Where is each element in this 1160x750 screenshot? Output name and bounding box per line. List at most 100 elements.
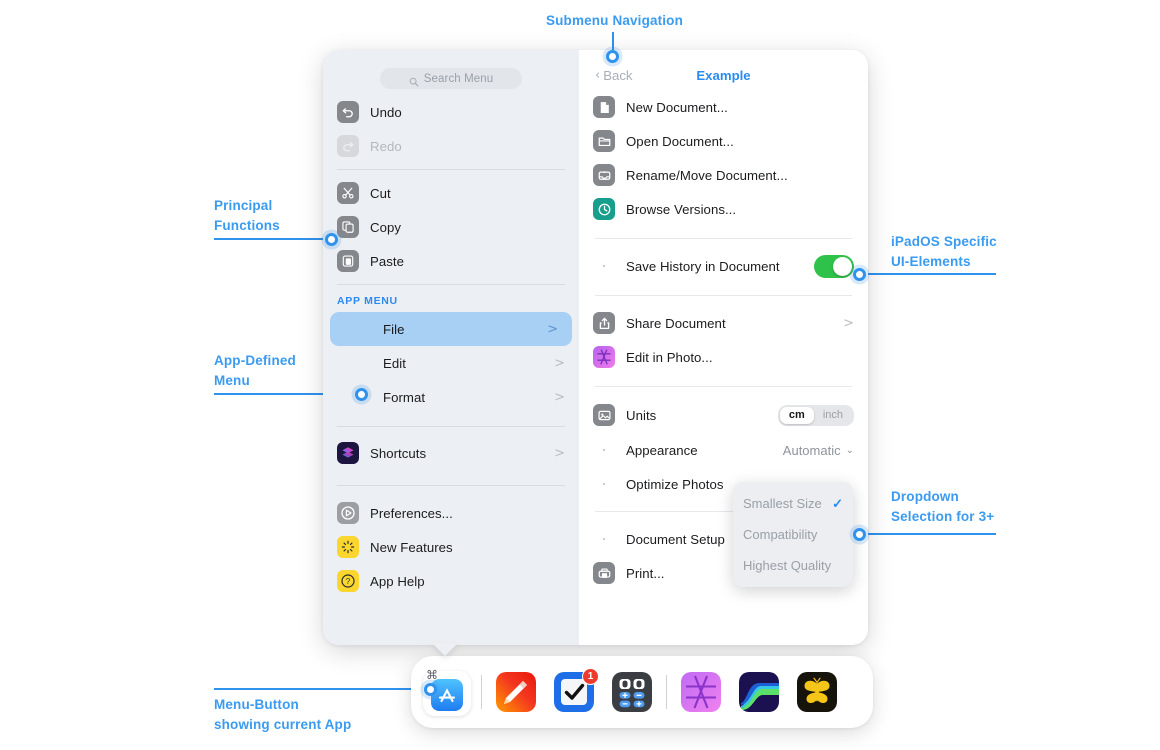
dock-divider-2: [666, 675, 667, 709]
back-button-label: Back: [603, 67, 633, 83]
annotation-principal-functions: Principal Functions: [214, 196, 280, 236]
divider: [337, 426, 565, 427]
search-menu-field[interactable]: Search Menu: [380, 68, 522, 89]
photo-app-icon: [593, 346, 615, 368]
submenu-item-units[interactable]: Units cm inch: [579, 397, 868, 433]
anchor-node-ipados-specific: [853, 268, 866, 281]
menu-item-copy[interactable]: Copy: [323, 210, 579, 244]
annotation-line: Menu: [214, 373, 250, 388]
dock-item-affinity-designer[interactable]: [735, 668, 783, 716]
redo-icon: [337, 135, 359, 157]
chevron-right-icon: >: [554, 355, 565, 371]
annotation-dropdown-selection: Dropdown Selection for 3+: [891, 487, 994, 527]
leader-line-dropdown-selection: [860, 533, 996, 535]
submenu-item-browse-versions[interactable]: Browse Versions...: [579, 192, 868, 226]
chevron-right-icon: >: [547, 321, 558, 337]
menu-left-column: Search Menu Undo Redo Cut Copy Paste APP…: [323, 50, 579, 645]
appearance-dropdown[interactable]: Automatic ⌄: [783, 443, 854, 458]
undo-icon: [337, 101, 359, 123]
butterfly-icon: [797, 672, 837, 712]
menu-item-app-help[interactable]: ? App Help: [323, 564, 579, 598]
menu-item-label: Paste: [370, 253, 404, 269]
menu-item-new-features[interactable]: New Features: [323, 530, 579, 564]
dock-item-pages[interactable]: [492, 668, 540, 716]
submenu-item-label: New Document...: [626, 99, 728, 115]
leader-line-ipados-specific: [860, 273, 996, 275]
back-button[interactable]: ‹ Back: [595, 68, 633, 83]
dock-item-ulysses[interactable]: [793, 668, 841, 716]
bullet-marker: [593, 537, 615, 541]
annotation-line: showing current App: [214, 717, 352, 732]
annotation-line: App-Defined: [214, 353, 296, 368]
dropdown-option-smallest-size[interactable]: Smallest Size ✓: [733, 488, 853, 519]
menu-item-label: App Help: [370, 573, 425, 589]
anchor-node-app-defined-menu: [355, 388, 368, 401]
menu-item-preferences[interactable]: Preferences...: [323, 496, 579, 530]
dropdown-option-label: Smallest Size: [743, 496, 822, 511]
dock-item-affinity-photo[interactable]: [677, 668, 725, 716]
submenu-item-label: Rename/Move Document...: [626, 167, 788, 183]
menu-item-label: Copy: [370, 219, 401, 235]
submenu-item-appearance[interactable]: Appearance Automatic ⌄: [579, 433, 868, 467]
anchor-node-principal-functions: [325, 233, 338, 246]
app-menu-item-edit[interactable]: Edit >: [323, 346, 579, 380]
copy-icon: [337, 216, 359, 238]
scissors-icon: [337, 182, 359, 204]
menu-item-cut[interactable]: Cut: [323, 176, 579, 210]
submenu-item-label: Appearance: [626, 442, 698, 458]
annotation-ipados-specific: iPadOS Specific UI-Elements: [891, 232, 997, 272]
aperture-icon: [681, 672, 721, 712]
divider: [337, 485, 565, 486]
menu-item-label: New Features: [370, 539, 453, 555]
sparkle-icon: [337, 536, 359, 558]
submenu-item-new-document[interactable]: New Document...: [579, 90, 868, 124]
dock-item-things[interactable]: 1: [550, 668, 599, 716]
annotation-submenu-navigation: Submenu Navigation: [546, 11, 683, 31]
divider: [595, 386, 852, 387]
tray-icon: [593, 164, 615, 186]
preferences-icon: [337, 502, 359, 524]
submenu-item-share-document[interactable]: Share Document >: [579, 306, 868, 340]
menu-item-label: Cut: [370, 185, 391, 201]
save-history-toggle[interactable]: [814, 254, 854, 278]
screenshot-root: Submenu Navigation Principal Functions A…: [0, 0, 1160, 750]
pages-icon: [496, 672, 536, 712]
svg-text:?: ?: [346, 577, 351, 586]
check-icon: ✓: [832, 495, 843, 511]
units-option-inch[interactable]: inch: [814, 407, 852, 424]
optimize-photos-dropdown[interactable]: Smallest Size ✓ Compatibility Highest Qu…: [733, 482, 853, 587]
app-store-icon: [431, 679, 463, 711]
bullet-marker: [593, 264, 615, 268]
search-input[interactable]: Search Menu: [424, 73, 494, 85]
menu-item-shortcuts[interactable]: Shortcuts >: [323, 433, 579, 473]
annotation-line: Selection for 3+: [891, 509, 995, 524]
chevron-down-icon: ⌄: [845, 444, 854, 456]
annotation-app-defined-menu: App-Defined Menu: [214, 351, 296, 391]
document-icon: [593, 96, 615, 118]
submenu-item-rename-move-document[interactable]: Rename/Move Document...: [579, 158, 868, 192]
chevron-right-icon: >: [554, 389, 565, 405]
dropdown-option-compatibility[interactable]: Compatibility: [733, 519, 853, 550]
leader-line-principal-functions: [214, 238, 332, 240]
dock: ⌘ 1: [411, 656, 873, 728]
submenu-item-edit-in-photo[interactable]: Edit in Photo...: [579, 340, 868, 374]
dropdown-option-highest-quality[interactable]: Highest Quality: [733, 550, 853, 581]
menu-item-undo[interactable]: Undo: [323, 95, 579, 129]
anchor-node-menu-button: [424, 683, 437, 696]
search-icon: [409, 74, 419, 87]
menu-item-paste[interactable]: Paste: [323, 244, 579, 278]
calculator-icon: [612, 672, 652, 712]
submenu-header: ‹ Back Example: [579, 60, 868, 90]
divider: [595, 238, 852, 239]
menu-item-label: Undo: [370, 104, 402, 120]
units-option-cm[interactable]: cm: [779, 406, 814, 424]
leader-line-menu-button: [214, 688, 431, 690]
dock-item-calculator[interactable]: [608, 668, 656, 716]
dropdown-option-label: Compatibility: [743, 527, 818, 542]
units-icon: [593, 404, 615, 426]
units-segmented-control[interactable]: cm inch: [777, 404, 854, 426]
divider: [595, 295, 852, 296]
submenu-item-save-history[interactable]: Save History in Document: [579, 249, 868, 283]
submenu-item-open-document[interactable]: Open Document...: [579, 124, 868, 158]
app-menu-item-file[interactable]: File >: [330, 312, 572, 346]
